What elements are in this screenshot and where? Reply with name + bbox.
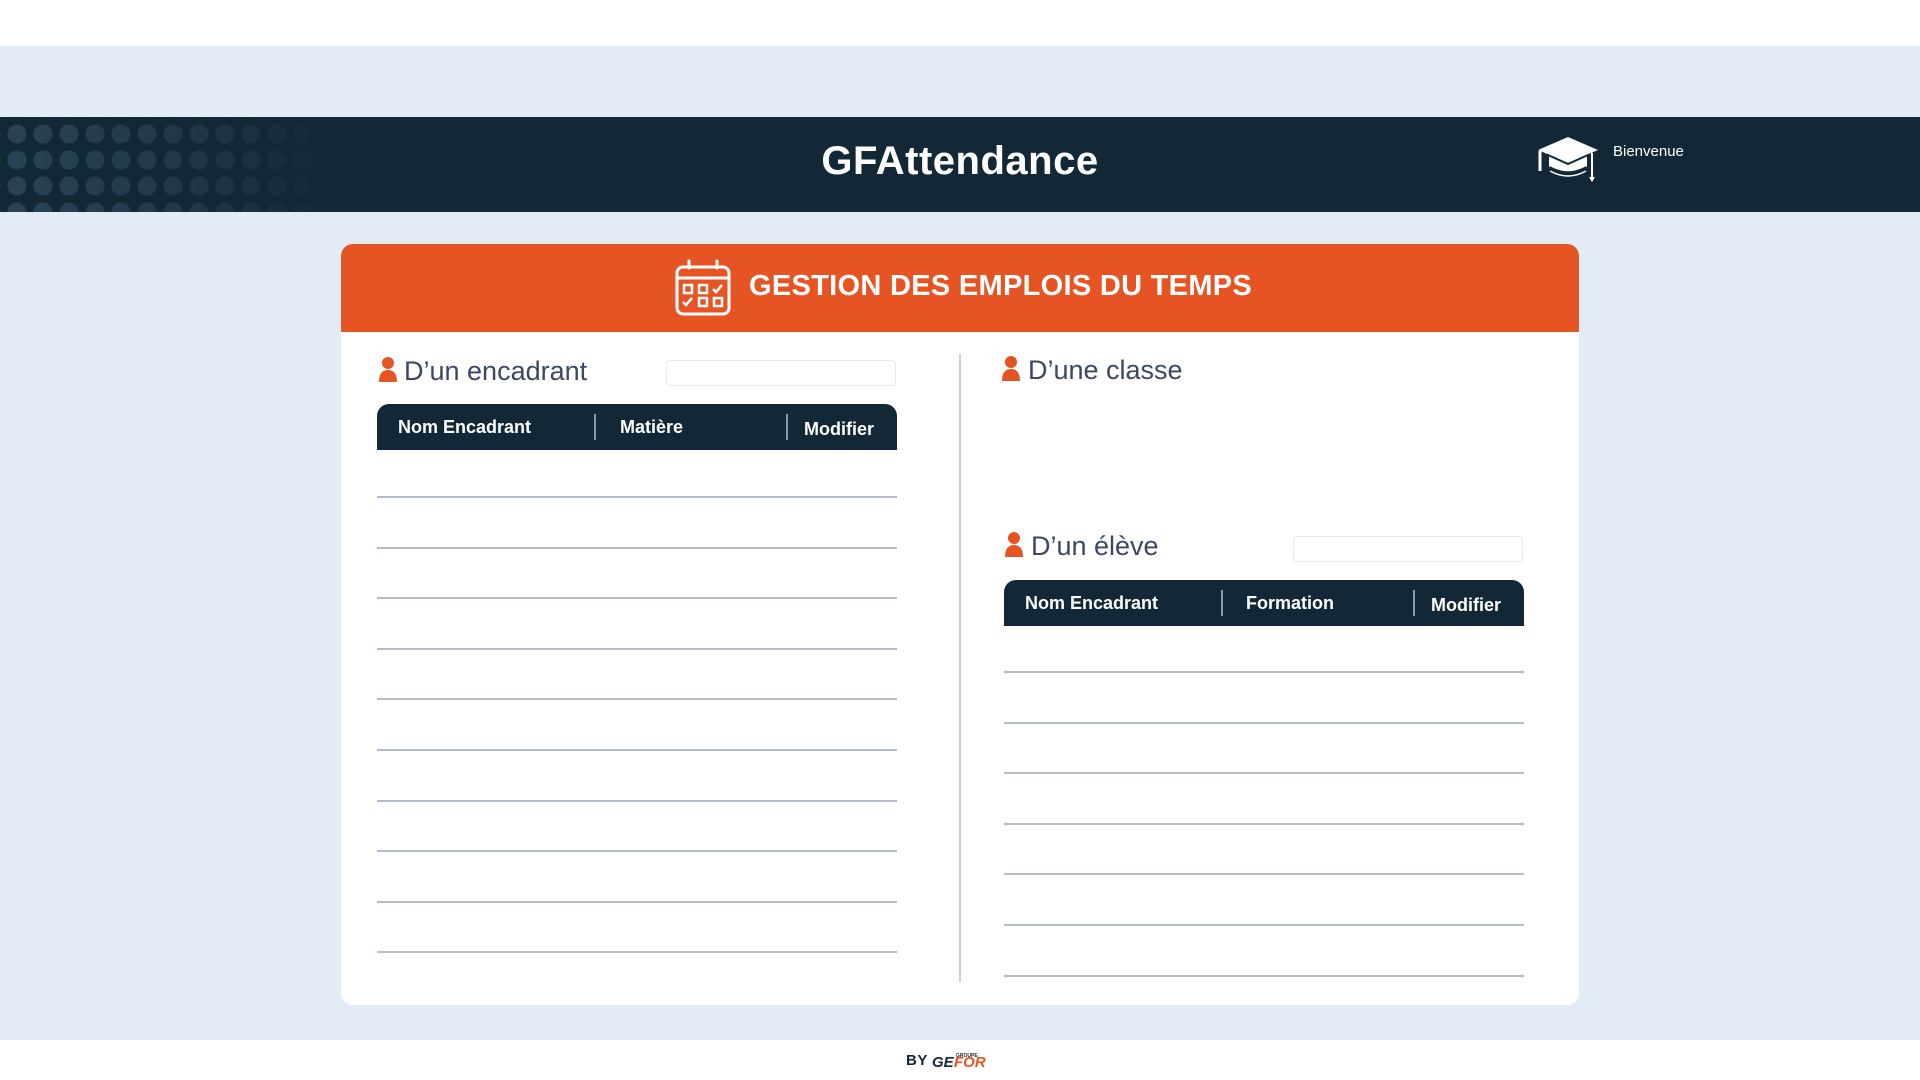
table-row[interactable] xyxy=(377,447,897,498)
column-header-formation[interactable]: Formation xyxy=(1246,580,1334,626)
table-row[interactable] xyxy=(1004,926,1524,977)
person-icon xyxy=(1002,356,1020,381)
column-separator xyxy=(1221,590,1223,616)
column-header-modifier[interactable]: Modifier xyxy=(1431,582,1501,628)
table-row[interactable] xyxy=(1004,724,1524,775)
table-row[interactable] xyxy=(1004,774,1524,825)
table-row[interactable] xyxy=(1004,673,1524,724)
footer: BY GE FOR GROUPE xyxy=(0,1040,1920,1080)
column-separator xyxy=(1413,590,1415,616)
table-row[interactable] xyxy=(377,650,897,701)
row-separator xyxy=(1004,974,1524,977)
column-header-nom[interactable]: Nom Encadrant xyxy=(398,404,531,450)
top-bar xyxy=(0,0,1920,46)
table-row[interactable] xyxy=(1004,875,1524,926)
classe-section-title: D’une classe xyxy=(1028,355,1183,385)
graduation-cap-icon xyxy=(1538,137,1598,182)
eleve-table-header: Nom Encadrant Formation Modifier xyxy=(1004,580,1524,626)
encadrant-section-title: D’un encadrant xyxy=(404,356,588,386)
row-separator xyxy=(377,951,897,954)
column-separator xyxy=(594,414,596,440)
table-row[interactable] xyxy=(377,549,897,600)
table-row[interactable] xyxy=(1004,622,1524,673)
column-separator xyxy=(786,414,788,440)
table-row[interactable] xyxy=(377,903,897,954)
table-row[interactable] xyxy=(377,802,897,853)
column-header-modifier[interactable]: Modifier xyxy=(804,406,874,452)
gefor-logo[interactable]: GE FOR GROUPE xyxy=(932,1050,1014,1070)
footer-by-label: BY xyxy=(906,1052,928,1069)
table-row[interactable] xyxy=(377,599,897,650)
app-header: GFAttendance xyxy=(0,117,1920,212)
eleve-search-input[interactable] xyxy=(1293,536,1523,562)
eleve-section-title: D’un élève xyxy=(1031,531,1159,561)
welcome-text: Bienvenue xyxy=(1613,143,1684,160)
table-row[interactable] xyxy=(377,498,897,549)
svg-text:GE: GE xyxy=(932,1054,955,1070)
column-header-matiere[interactable]: Matière xyxy=(620,404,683,450)
person-icon xyxy=(379,357,397,382)
column-header-nom[interactable]: Nom Encadrant xyxy=(1025,580,1158,626)
table-row[interactable] xyxy=(377,751,897,802)
table-row[interactable] xyxy=(1004,825,1524,876)
encadrant-table-header: Nom Encadrant Matière Modifier xyxy=(377,404,897,450)
table-row[interactable] xyxy=(377,852,897,903)
column-divider xyxy=(959,354,961,982)
card-header: GESTION DES EMPLOIS DU TEMPS xyxy=(341,244,1579,332)
card-title: GESTION DES EMPLOIS DU TEMPS xyxy=(749,270,1253,302)
table-row[interactable] xyxy=(377,700,897,751)
person-icon xyxy=(1005,532,1023,557)
svg-text:GROUPE: GROUPE xyxy=(956,1053,978,1059)
calendar-icon xyxy=(675,259,731,316)
timetable-card: GESTION DES EMPLOIS DU TEMPS D’un encadr… xyxy=(341,244,1579,1005)
encadrant-search-input[interactable] xyxy=(666,360,896,386)
